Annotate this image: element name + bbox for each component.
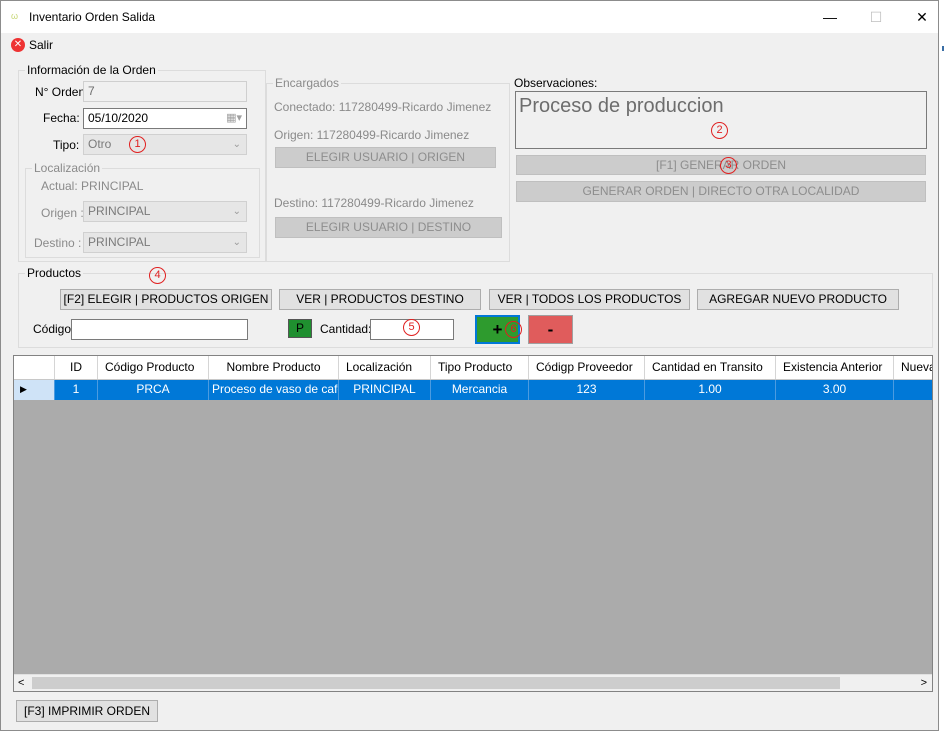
observations-textarea[interactable]: Proceso de produccion xyxy=(515,91,927,149)
column-header[interactable]: Localización xyxy=(339,356,431,379)
title-bar: ω Inventario Orden Salida — ☐ ✕ xyxy=(1,1,938,33)
main-window: ω Inventario Orden Salida — ☐ ✕ ✕ Salir … xyxy=(0,0,939,731)
calendar-icon[interactable]: ▦▾ xyxy=(226,111,242,126)
p-button[interactable]: P xyxy=(288,319,312,338)
close-button[interactable]: ✕ xyxy=(899,1,938,33)
origin-location-value: PRINCIPAL xyxy=(88,204,151,218)
quantity-label: Cantidad: xyxy=(320,322,372,336)
column-header[interactable]: Existencia Anterior xyxy=(776,356,894,379)
origin-user: Origen: 117280499-Ricardo Jimenez xyxy=(274,128,470,142)
type-label: Tipo: xyxy=(53,138,80,152)
scroll-right-arrow-icon[interactable]: > xyxy=(921,675,927,691)
column-header[interactable]: Nombre Producto xyxy=(209,356,339,379)
managers-legend: Encargados xyxy=(273,76,342,90)
order-number-field: 7 xyxy=(83,81,247,102)
print-order-button[interactable]: [F3] IMPRIMIR ORDEN xyxy=(16,700,158,722)
connected-user: Conectado: 117280499-Ricardo Jimenez xyxy=(274,100,492,114)
cell-product-code[interactable]: PRCA xyxy=(98,380,209,400)
choose-origin-user-button[interactable]: ELEGIR USUARIO | ORIGEN xyxy=(275,147,496,168)
chevron-down-icon: ⌄ xyxy=(232,139,241,150)
cell-supplier-code[interactable]: 123 xyxy=(529,380,645,400)
choose-dest-user-button[interactable]: ELEGIR USUARIO | DESTINO xyxy=(275,217,502,238)
column-header[interactable]: Código Producto xyxy=(98,356,209,379)
dest-location-select[interactable]: PRINCIPAL ⌄ xyxy=(83,232,247,253)
chevron-down-icon: ⌄ xyxy=(232,237,241,248)
marker-4: 4 xyxy=(149,267,166,284)
generate-direct-order-button[interactable]: GENERAR ORDEN | DIRECTO OTRA LOCALIDAD xyxy=(516,181,926,202)
order-info-legend: Información de la Orden xyxy=(25,63,158,77)
marker-1: 1 xyxy=(129,136,146,153)
type-select[interactable]: Otro ⌄ xyxy=(83,134,247,155)
column-header[interactable]: Códigp Proveedor xyxy=(529,356,645,379)
marker-3: 3 xyxy=(720,157,737,174)
origin-location-label: Origen : xyxy=(41,206,84,220)
location-legend: Localización xyxy=(32,161,103,175)
cell-product-name[interactable]: Proceso de vaso de cafe xyxy=(209,380,339,400)
code-input[interactable] xyxy=(71,319,248,340)
column-header[interactable]: Cantidad en Transito xyxy=(645,356,776,379)
type-value: Otro xyxy=(88,137,112,151)
dest-location-label: Destino : xyxy=(34,236,82,250)
row-selector[interactable]: ▶ xyxy=(14,380,55,400)
add-new-product-button[interactable]: AGREGAR NUEVO PRODUCTO xyxy=(697,289,899,310)
order-number-label: N° Orden: xyxy=(35,85,89,99)
cell-product-type[interactable]: Mercancia xyxy=(431,380,529,400)
remove-button[interactable]: - xyxy=(528,315,573,344)
observations-label: Observaciones: xyxy=(514,76,598,90)
exit-label: Salir xyxy=(29,38,54,52)
products-grid[interactable]: ID Código Producto Nombre Producto Local… xyxy=(13,355,933,692)
date-picker[interactable]: 05/10/2020 ▦▾ xyxy=(83,108,247,129)
column-header[interactable]: Tipo Producto xyxy=(431,356,529,379)
view-dest-products-button[interactable]: VER | PRODUCTOS DESTINO xyxy=(279,289,481,310)
cell-previous-stock[interactable]: 3.00 xyxy=(776,380,894,400)
table-row[interactable]: ▶ 1 PRCA Proceso de vaso de cafe PRINCIP… xyxy=(14,380,932,400)
cell-location[interactable]: PRINCIPAL xyxy=(339,380,431,400)
window-title: Inventario Orden Salida xyxy=(29,10,156,24)
cell-id[interactable]: 1 xyxy=(55,380,98,400)
dest-location-value: PRINCIPAL xyxy=(88,235,151,249)
destination-user: Destino: 117280499-Ricardo Jimenez xyxy=(274,196,474,210)
cell-new[interactable] xyxy=(894,380,932,400)
current-location: Actual: PRINCIPAL xyxy=(41,179,144,193)
horizontal-scrollbar[interactable]: < > xyxy=(14,674,932,691)
code-label: Código: xyxy=(33,322,75,336)
choose-origin-products-button[interactable]: [F2] ELEGIR | PRODUCTOS ORIGEN xyxy=(60,289,272,310)
chevron-down-icon: ⌄ xyxy=(232,206,241,217)
column-header[interactable]: Nueva xyxy=(894,356,932,379)
scroll-thumb[interactable] xyxy=(32,677,840,689)
column-header[interactable]: ID xyxy=(55,356,98,379)
products-legend: Productos xyxy=(25,266,84,280)
maximize-button[interactable]: ☐ xyxy=(853,1,899,33)
minimize-button[interactable]: — xyxy=(807,1,853,33)
origin-location-select[interactable]: PRINCIPAL ⌄ xyxy=(83,201,247,222)
marker-6: 6 xyxy=(505,321,522,338)
marker-2: 2 xyxy=(711,122,728,139)
marker-5: 5 xyxy=(403,319,420,336)
view-all-products-button[interactable]: VER | TODOS LOS PRODUCTOS xyxy=(489,289,690,310)
row-header-corner xyxy=(14,356,55,379)
close-circle-icon: ✕ xyxy=(11,38,25,52)
app-icon: ω xyxy=(11,11,19,21)
scroll-left-arrow-icon[interactable]: < xyxy=(18,675,24,691)
edge-accent xyxy=(942,46,944,51)
cell-transit-quantity[interactable]: 1.00 xyxy=(645,380,776,400)
date-value: 05/10/2020 xyxy=(88,111,149,125)
grid-header: ID Código Producto Nombre Producto Local… xyxy=(14,356,932,380)
date-label: Fecha: xyxy=(43,111,80,125)
